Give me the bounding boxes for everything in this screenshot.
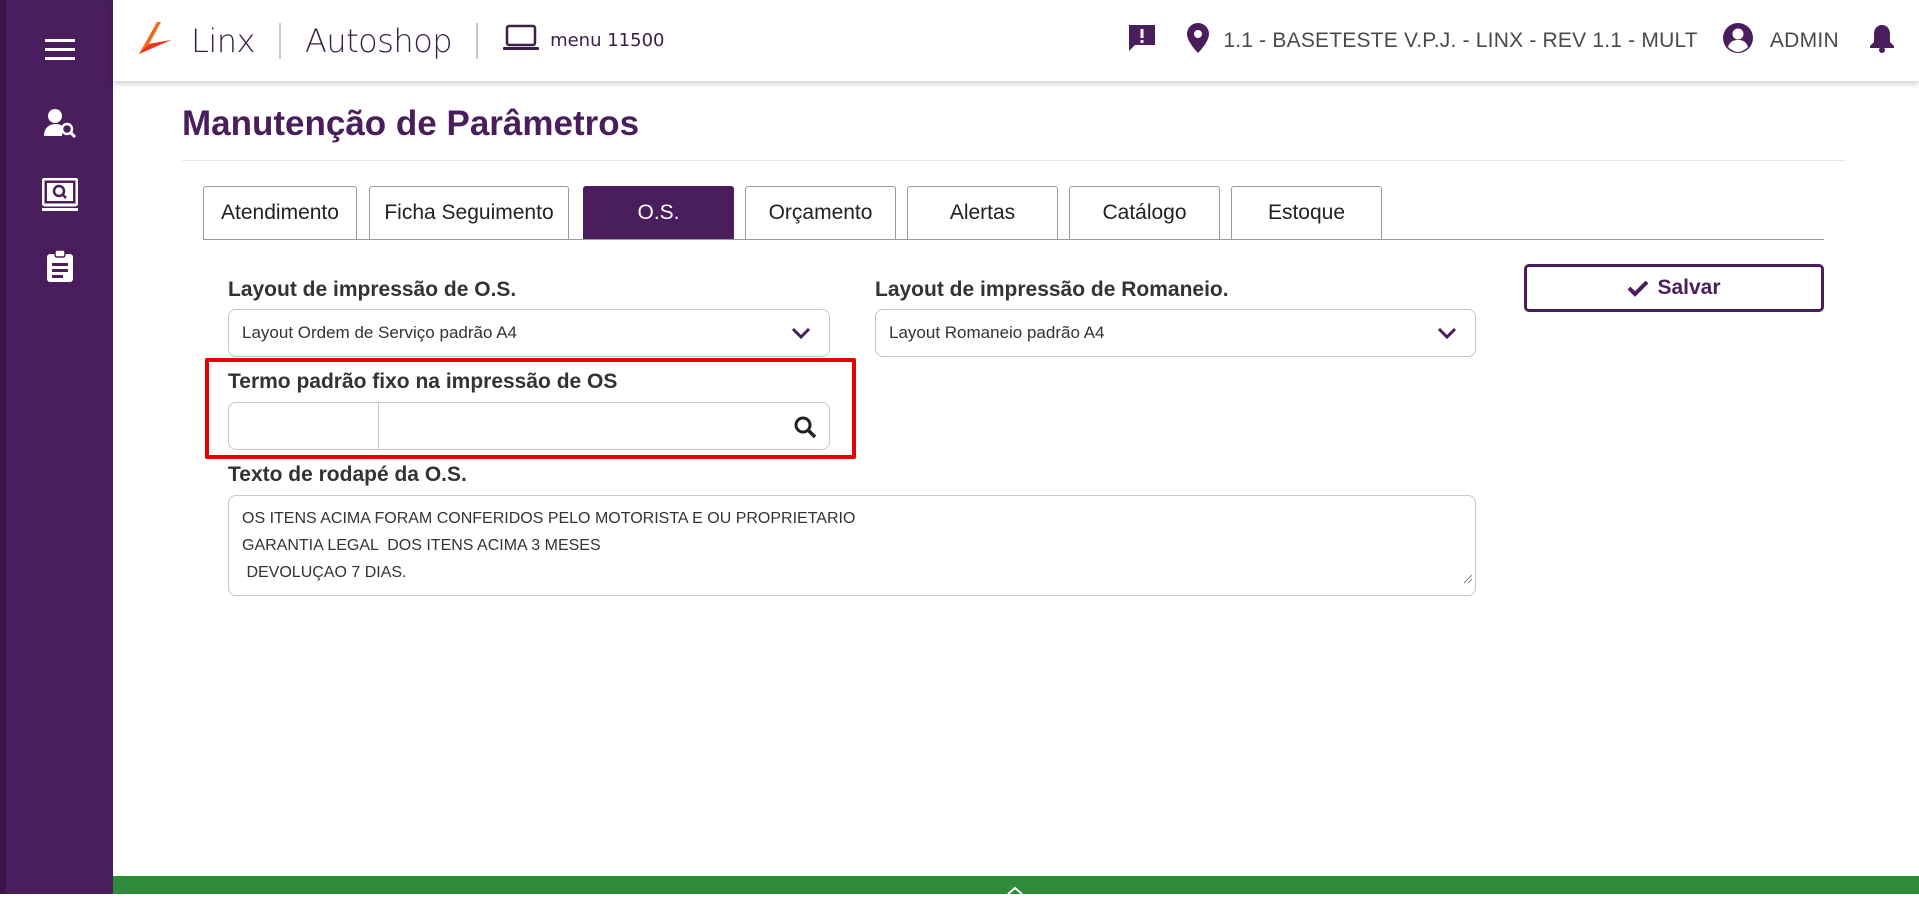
laptop-icon xyxy=(502,24,540,57)
user-search-icon[interactable] xyxy=(34,97,86,149)
rodape-textarea[interactable]: OS ITENS ACIMA FORAM CONFERIDOS PELO MOT… xyxy=(228,495,1476,596)
resize-handle-icon[interactable] xyxy=(1463,566,1473,593)
rodape-line: GARANTIA LEGAL DOS ITENS ACIMA 3 MESES xyxy=(242,537,601,554)
page-title: Manutenção de Parâmetros xyxy=(182,104,640,143)
layout-os-value: Layout Ordem de Serviço padrão A4 xyxy=(242,323,517,342)
chevron-down-icon xyxy=(1437,325,1457,345)
brand-name: Linx xyxy=(191,21,255,60)
highlight-box xyxy=(205,358,856,459)
user-circle-icon[interactable] xyxy=(1722,22,1754,59)
divider xyxy=(476,22,479,59)
layout-os-select[interactable]: Layout Ordem de Serviço padrão A4 xyxy=(228,309,830,357)
map-pin-icon xyxy=(1187,23,1210,58)
tab-atendimento[interactable]: Atendimento xyxy=(203,186,357,239)
bell-icon[interactable] xyxy=(1869,23,1895,58)
rodape-label: Texto de rodapé da O.S. xyxy=(228,463,467,486)
check-icon xyxy=(1628,280,1649,297)
rodape-line: OS ITENS ACIMA FORAM CONFERIDOS PELO MOT… xyxy=(242,510,856,527)
title-divider xyxy=(182,160,1846,161)
location-label[interactable]: 1.1 - BASETESTE V.P.J. - LINX - REV 1.1 … xyxy=(1223,29,1697,53)
tab-estoque[interactable]: Estoque xyxy=(1231,186,1382,239)
tab-bar: Atendimento Ficha Seguimento O.S. Orçame… xyxy=(203,186,1824,240)
rodape-line: DEVOLUÇAO 7 DIAS. xyxy=(242,564,407,581)
layout-romaneio-value: Layout Romaneio padrão A4 xyxy=(889,323,1105,342)
top-bar: Linx Autoshop menu 11500 1.1 - BASETESTE… xyxy=(113,0,1919,81)
product-name: Autoshop xyxy=(304,21,453,60)
layout-os-label: Layout de impressão de O.S. xyxy=(228,278,517,301)
tab-os[interactable]: O.S. xyxy=(583,186,734,239)
divider xyxy=(278,22,281,59)
tab-orcamento[interactable]: Orçamento xyxy=(745,186,896,239)
menu-code-label: menu 11500 xyxy=(550,30,665,51)
save-button[interactable]: Salvar xyxy=(1524,264,1824,312)
message-alert-icon[interactable] xyxy=(1127,23,1157,58)
clipboard-icon[interactable] xyxy=(34,240,86,292)
linx-logo-icon xyxy=(135,18,175,63)
user-name[interactable]: ADMIN xyxy=(1770,29,1839,53)
tab-alertas[interactable]: Alertas xyxy=(907,186,1058,239)
footer-bar xyxy=(113,876,1919,895)
layout-romaneio-label: Layout de impressão de Romaneio. xyxy=(875,278,1229,301)
save-button-label: Salvar xyxy=(1657,276,1721,299)
layout-romaneio-select[interactable]: Layout Romaneio padrão A4 xyxy=(875,309,1476,357)
tab-catalogo[interactable]: Catálogo xyxy=(1069,186,1220,239)
hamburger-menu-icon[interactable] xyxy=(34,24,86,76)
chevron-down-icon xyxy=(791,325,811,345)
monitor-search-icon[interactable] xyxy=(34,169,86,221)
sidebar xyxy=(0,0,113,894)
chevron-up-icon[interactable] xyxy=(1006,882,1024,900)
tab-ficha-seguimento[interactable]: Ficha Seguimento xyxy=(369,186,569,239)
